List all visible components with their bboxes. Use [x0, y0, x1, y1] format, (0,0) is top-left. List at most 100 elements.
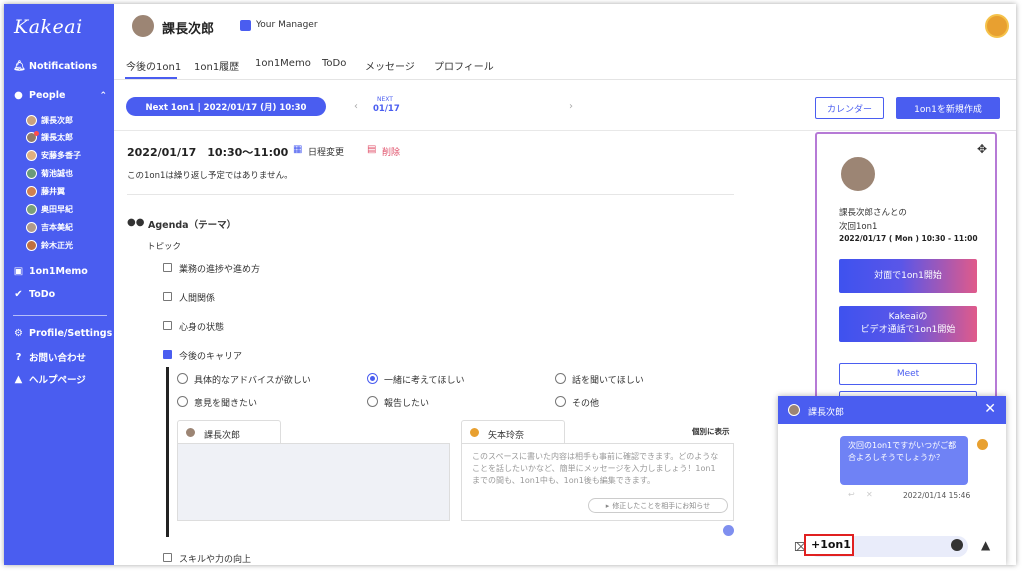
topic-checkbox[interactable]: [163, 321, 172, 330]
tab-upcoming[interactable]: 今後の1on1: [126, 58, 181, 73]
chevron-left-icon[interactable]: ‹: [354, 101, 358, 112]
recurrence-note: この1on1は繰り返し予定ではありません。: [127, 171, 293, 181]
chat-header: 課長次郎 ✕: [778, 396, 1006, 424]
tab-history[interactable]: 1on1履歴: [194, 58, 239, 73]
memo-icon: ▣: [13, 266, 24, 277]
people-item[interactable]: 課長太郎: [26, 131, 73, 143]
person-icon: ●: [14, 90, 23, 101]
option-label: 報告したい: [384, 399, 430, 409]
avatar: [26, 240, 37, 251]
people-item[interactable]: 菊池誠也: [26, 168, 73, 179]
question-icon: ?: [15, 351, 22, 363]
sidebar-item-people[interactable]: ● People ⌃: [13, 90, 107, 101]
people-item[interactable]: 藤井翼: [26, 186, 65, 197]
close-small-icon[interactable]: ✕: [866, 490, 873, 499]
move-icon[interactable]: ✥: [977, 142, 987, 156]
user-avatar[interactable]: [985, 14, 1009, 38]
notify-button[interactable]: ▸ 修正したことを相手にお知らせ: [588, 498, 728, 513]
avatar: [469, 427, 480, 438]
avatar: [788, 404, 800, 416]
create-1on1-button[interactable]: 1on1を新規作成: [896, 97, 1000, 119]
sidebar-item-memo[interactable]: ▣ 1on1Memo: [13, 266, 88, 277]
avatar: [26, 222, 37, 233]
reschedule-link[interactable]: 日程変更: [308, 145, 344, 158]
option-radio[interactable]: [177, 396, 188, 407]
topic-checkbox[interactable]: [163, 292, 172, 301]
topic-checkbox-checked[interactable]: [163, 350, 172, 359]
topic-checkbox[interactable]: [163, 263, 172, 272]
close-icon[interactable]: ✕: [984, 401, 996, 417]
check-circle-icon: ✔: [14, 289, 23, 300]
thumbs-up-icon[interactable]: ▲: [981, 538, 990, 552]
avatar: [26, 204, 37, 215]
gear-icon: ⚙: [14, 328, 23, 339]
sidebar-item-todo[interactable]: ✔ ToDo: [13, 289, 55, 300]
page-header: 課長次郎 Your Manager 今後の1on1 1on1履歴 1on1Mem…: [114, 4, 1016, 80]
manager-note-area[interactable]: [177, 443, 450, 521]
tab-todo[interactable]: ToDo: [322, 58, 346, 69]
topic-label-item: 業務の進捗や進め方: [179, 265, 261, 275]
avatar: [26, 168, 37, 179]
manager-avatar-large: [840, 156, 876, 192]
option-radio[interactable]: [555, 373, 566, 384]
attachment-badge-icon[interactable]: [723, 525, 734, 536]
chevron-right-icon[interactable]: ›: [569, 101, 573, 112]
kakeai-logo[interactable]: Kakeai: [14, 16, 83, 38]
reply-icon[interactable]: ↩: [848, 490, 855, 499]
topic-label-item: 心身の状態: [179, 323, 225, 333]
people-item[interactable]: 課長次郎: [26, 115, 73, 126]
chat-title: 課長次郎: [808, 408, 845, 418]
topic-checkbox[interactable]: [163, 553, 172, 562]
people-item[interactable]: 安藤多香子: [26, 150, 81, 161]
tab-profile[interactable]: プロフィール: [434, 58, 494, 73]
schedule-toolbar: Next 1on1 | 2022/01/17 (月) 10:30 ‹ NEXT …: [114, 81, 1016, 131]
people-item[interactable]: 吉本美紀: [26, 222, 73, 233]
sidebar-item-profile[interactable]: ⚙ Profile/Settings: [13, 328, 112, 339]
sidebar-item-notifications[interactable]: 🔔︎ Notifications: [13, 61, 97, 72]
option-label: 意見を聞きたい: [194, 399, 258, 409]
next-1on1-pill[interactable]: Next 1on1 | 2022/01/17 (月) 10:30: [126, 97, 326, 116]
topic-label-item: 今後のキャリア: [179, 352, 243, 362]
chat-popup: 課長次郎 ✕ 次回の1on1ですがいつがご都合よろしそうでしょうか？ ↩ ✕ 2…: [778, 396, 1006, 565]
card-line1: 課長次郎さんとの: [839, 208, 907, 218]
app-window: Kakeai 🔔︎ Notifications ● People ⌃ 課長次郎 …: [4, 4, 1016, 565]
role-label: Your Manager: [256, 20, 318, 30]
people-item[interactable]: 奥田早紀: [26, 204, 73, 215]
sidebar-divider: [13, 315, 107, 316]
people-icon: ●●: [127, 217, 145, 228]
option-radio[interactable]: [177, 373, 188, 384]
option-label: 話を聞いてほしい: [572, 376, 644, 386]
start-face-button[interactable]: 対面で1on1開始: [839, 259, 977, 293]
people-item[interactable]: 鈴木正光: [26, 240, 73, 251]
avatar: [26, 131, 39, 143]
page-title: 課長次郎: [162, 22, 215, 37]
meet-button[interactable]: Meet: [839, 363, 977, 385]
sidebar-item-contact[interactable]: ? お問い合わせ: [13, 350, 86, 365]
tab-memo[interactable]: 1on1Memo: [255, 58, 311, 69]
option-label: その他: [572, 399, 600, 409]
emoji-icon[interactable]: [951, 539, 963, 551]
start-video-button[interactable]: Kakeaiの ビデオ通話で1on1開始: [839, 306, 977, 342]
calendar-icon: ▦: [293, 144, 303, 155]
chevron-up-icon[interactable]: ⌃: [99, 91, 107, 101]
option-label: 一緒に考えてほしい: [384, 376, 465, 386]
delete-link[interactable]: 削除: [382, 145, 400, 158]
option-radio[interactable]: [367, 396, 378, 407]
card-line2: 次回1on1: [839, 222, 878, 232]
option-radio[interactable]: [555, 396, 566, 407]
calendar-button[interactable]: カレンダー: [815, 97, 884, 119]
avatar: [185, 427, 196, 438]
individual-view-link[interactable]: 個別に表示: [692, 426, 730, 437]
sidebar-item-help[interactable]: ▲ ヘルプページ: [13, 372, 86, 387]
option-radio-selected[interactable]: [367, 373, 378, 384]
manager-note-name: 課長次郎: [204, 431, 241, 441]
manager-icon: [240, 20, 251, 31]
tab-messages[interactable]: メッセージ: [365, 58, 415, 73]
graduation-cap-icon: ▲: [14, 373, 23, 385]
unread-dot: [34, 131, 39, 136]
next-label: NEXT: [377, 96, 393, 103]
bell-icon: 🔔︎: [13, 61, 26, 72]
topic-label-item: 人間関係: [179, 294, 216, 304]
next-date[interactable]: 01/17: [373, 104, 400, 114]
chat-input-value: +1on1: [811, 538, 851, 551]
